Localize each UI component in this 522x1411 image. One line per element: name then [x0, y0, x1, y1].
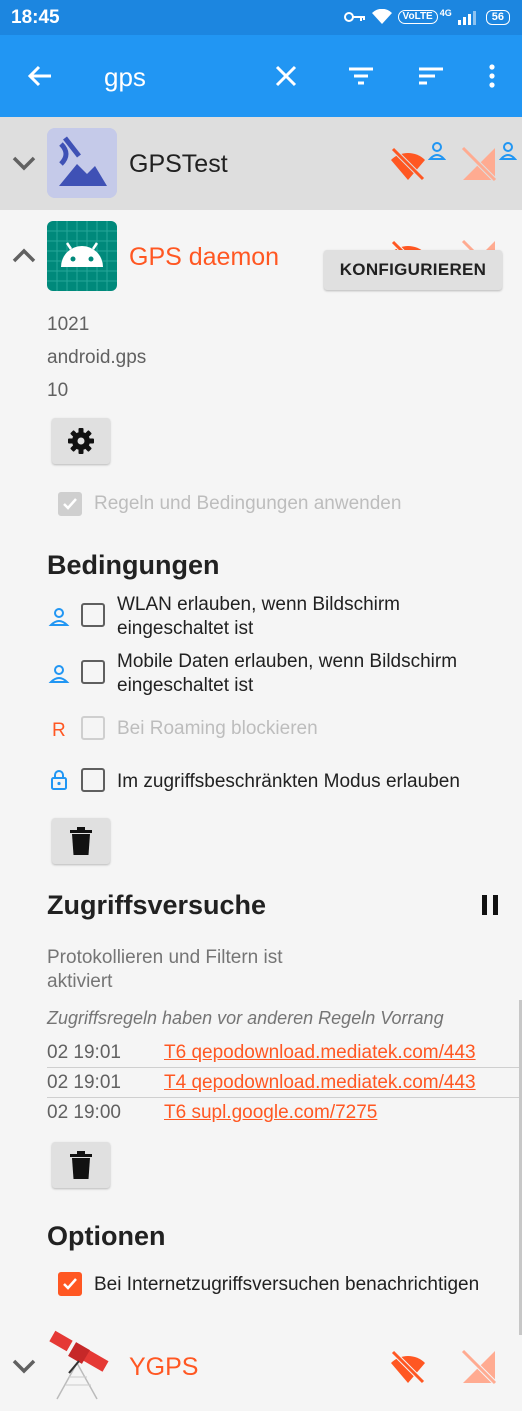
status-bar: 18:45 VoLTE 4G 56 — [0, 0, 522, 35]
logging-status: Protokollieren und Filtern ist aktiviert — [47, 947, 283, 992]
clear-icon — [275, 65, 297, 87]
access-target-link[interactable]: T6 qepodownload.mediatek.com/443 — [164, 1042, 476, 1064]
app-icon-gps-daemon — [47, 221, 117, 291]
volte-badge: VoLTE — [397, 10, 438, 24]
delete-access-button[interactable] — [52, 1142, 110, 1188]
chevron-up-icon[interactable] — [10, 242, 38, 270]
pause-icon[interactable] — [480, 894, 500, 916]
image-placeholder-icon — [47, 128, 117, 198]
user-icon — [48, 608, 70, 626]
access-time: 02 19:01 — [47, 1072, 121, 1093]
app-name-ygps: YGPS — [129, 1353, 199, 1381]
app-row-gpstest[interactable]: GPSTest — [0, 117, 522, 210]
mobile-blocked-icon[interactable] — [459, 144, 499, 184]
access-time: 02 19:00 — [47, 1102, 121, 1123]
filter-button[interactable] — [341, 56, 381, 96]
notify-label: Bei Internetzugriffsversuchen benachrich… — [94, 1274, 480, 1295]
app-name-gps-daemon: GPS daemon — [129, 243, 280, 271]
key-icon — [343, 12, 365, 22]
check-icon — [63, 1278, 77, 1290]
block-roaming-label: Bei Roaming blockieren — [117, 718, 318, 739]
wifi-screen-on-label: WLAN erlauben, wenn Bildschirm eingescha… — [117, 594, 401, 639]
access-row[interactable]: 02 19:01 T4 qepodownload.mediatek.com/44… — [47, 1068, 522, 1098]
precedence-note: Zugriffsregeln haben vor anderen Regeln … — [47, 1008, 444, 1028]
wifi-blocked-icon[interactable] — [388, 1347, 428, 1387]
mobile-screen-on-checkbox[interactable] — [81, 660, 105, 684]
chevron-down-icon[interactable] — [10, 149, 38, 177]
access-target-link[interactable]: T6 supl.google.com/7275 — [164, 1102, 377, 1124]
chevron-down-icon[interactable] — [10, 1352, 38, 1380]
lock-icon — [51, 770, 67, 790]
user-icon — [428, 142, 446, 160]
sort-icon — [419, 67, 443, 85]
check-icon — [63, 498, 77, 510]
mobile-screen-on-label: Mobile Daten erlauben, wenn Bildschirm e… — [117, 651, 458, 696]
app-detail-gps-daemon: GPS daemon 1021 android.gps 10 Regeln un… — [0, 210, 522, 1335]
apply-rules-label: Regeln und Bedingungen anwenden — [94, 493, 402, 514]
app-package: android.gps — [47, 347, 147, 368]
sort-button[interactable] — [411, 56, 451, 96]
wifi-status-icon — [371, 9, 392, 24]
toolbar — [0, 35, 522, 117]
network-type: 4G — [439, 8, 452, 18]
gear-icon — [68, 428, 94, 454]
app-name-gpstest: GPSTest — [129, 150, 228, 178]
access-target-link[interactable]: T4 qepodownload.mediatek.com/443 — [164, 1072, 476, 1094]
block-roaming-checkbox[interactable] — [81, 716, 105, 740]
back-arrow-icon — [27, 65, 51, 87]
filter-icon — [349, 67, 373, 85]
delete-icon — [70, 827, 92, 855]
configure-button[interactable]: KONFIGURIEREN — [324, 250, 502, 290]
app-row-ygps[interactable]: YGPS — [0, 1320, 522, 1411]
app-settings-button[interactable] — [52, 418, 110, 464]
status-time: 18:45 — [11, 7, 60, 28]
options-title: Optionen — [47, 1221, 166, 1251]
access-row[interactable]: 02 19:01 T6 qepodownload.mediatek.com/44… — [47, 1038, 522, 1068]
user-icon — [499, 142, 517, 160]
wifi-blocked-icon[interactable] — [388, 144, 428, 184]
satellite-icon — [49, 1330, 109, 1400]
access-time: 02 19:01 — [47, 1042, 121, 1063]
access-attempts-title: Zugriffsversuche — [47, 890, 267, 920]
app-version: 10 — [47, 380, 69, 401]
access-row[interactable]: 02 19:00 T6 supl.google.com/7275 — [47, 1098, 522, 1128]
lockdown-checkbox[interactable] — [81, 768, 105, 792]
android-icon — [47, 221, 117, 291]
clear-search-button[interactable] — [266, 56, 306, 96]
more-options-button[interactable] — [472, 56, 512, 96]
battery-indicator: 56 — [485, 9, 510, 25]
back-button[interactable] — [20, 56, 60, 96]
app-icon-gpstest — [47, 128, 117, 198]
app-uid: 1021 — [47, 314, 90, 335]
more-vert-icon — [489, 64, 495, 88]
wifi-screen-on-checkbox[interactable] — [81, 603, 105, 627]
notify-checkbox[interactable] — [58, 1272, 82, 1296]
conditions-title: Bedingungen — [47, 550, 220, 580]
lockdown-label: Im zugriffsbeschränkten Modus erlauben — [117, 771, 460, 792]
search-input[interactable] — [104, 61, 254, 93]
delete-rules-button[interactable] — [52, 818, 110, 864]
mobile-blocked-icon[interactable] — [459, 1347, 499, 1387]
apply-rules-checkbox[interactable] — [58, 492, 82, 516]
signal-icon — [457, 11, 476, 25]
roaming-indicator: R — [52, 720, 66, 741]
user-icon — [48, 665, 70, 683]
delete-icon — [70, 1151, 92, 1179]
status-icons: VoLTE 4G 56 — [343, 6, 510, 28]
